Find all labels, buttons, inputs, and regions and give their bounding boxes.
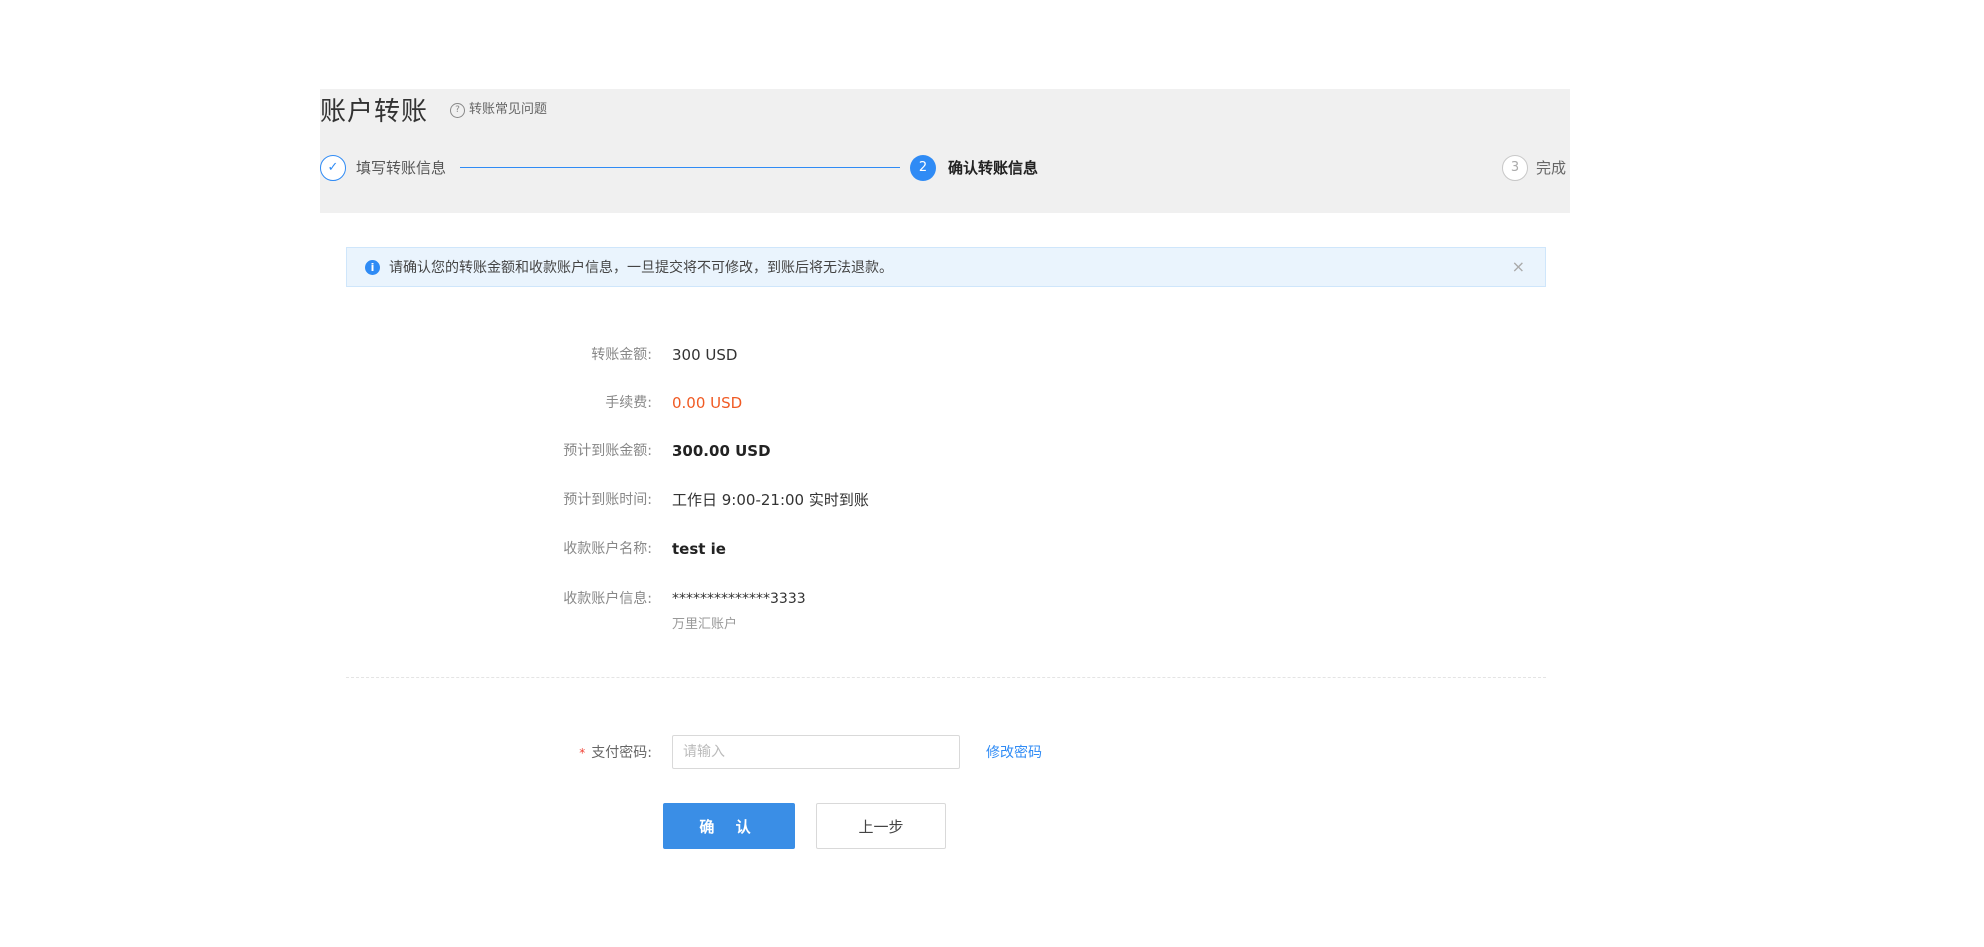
alert-message: 请确认您的转账金额和收款账户信息，一旦提交将不可修改，到账后将无法退款。 [389, 260, 893, 276]
detail-label: 转账金额: [591, 347, 652, 363]
detail-label: 手续费: [605, 395, 652, 411]
close-icon[interactable]: × [1512, 257, 1525, 276]
detail-row-payee-name: 收款账户名称: test ie [470, 538, 726, 560]
payment-password-input[interactable] [672, 735, 960, 769]
detail-row-expected-amount: 预计到账金额: 300.00 USD [470, 440, 771, 462]
check-icon: ✓ [320, 155, 346, 181]
detail-value: 0.00 USD [672, 394, 743, 412]
password-row: * 支付密码: 修改密码 [470, 735, 1042, 769]
step-label: 确认转账信息 [948, 159, 1039, 177]
detail-value: 300 USD [672, 346, 738, 364]
detail-sub-value: 万里汇账户 [672, 617, 738, 632]
step-number-icon: 2 [910, 155, 936, 181]
info-icon: i [365, 259, 380, 275]
step-confirm-info: 2 确认转账信息 [910, 153, 1038, 183]
faq-link[interactable]: ? 转账常见问题 [450, 100, 547, 120]
divider [346, 677, 1546, 678]
password-label: 支付密码: [591, 745, 652, 761]
required-mark: * [579, 746, 586, 760]
detail-value: **************3333 [672, 591, 806, 607]
detail-row-expected-time: 预计到账时间: 工作日 9:00-21:00 实时到账 [470, 489, 869, 511]
step-connector [460, 167, 900, 168]
password-label-wrap: * 支付密码: [470, 742, 652, 762]
step-label: 填写转账信息 [356, 159, 447, 177]
detail-value: test ie [672, 540, 726, 558]
detail-value: 300.00 USD [672, 442, 771, 460]
detail-label: 预计到账金额: [563, 443, 652, 459]
page-title: 账户转账 [320, 97, 429, 127]
confirm-button[interactable]: 确 认 [663, 803, 795, 849]
change-password-link[interactable]: 修改密码 [986, 742, 1042, 762]
info-alert: i 请确认您的转账金额和收款账户信息，一旦提交将不可修改，到账后将无法退款。 × [346, 247, 1546, 287]
faq-link-label: 转账常见问题 [469, 102, 548, 117]
detail-label: 收款账户信息: [563, 591, 652, 607]
detail-row-payee-info: 收款账户信息: **************3333 万里汇账户 [470, 588, 806, 636]
step-fill-info: ✓ 填写转账信息 [320, 153, 446, 183]
detail-value: 工作日 9:00-21:00 实时到账 [672, 491, 869, 509]
step-number-icon: 3 [1502, 155, 1528, 181]
detail-row-fee: 手续费: 0.00 USD [470, 392, 742, 414]
step-complete: 3 完成 [1502, 153, 1566, 183]
detail-label: 收款账户名称: [563, 541, 652, 557]
back-button[interactable]: 上一步 [816, 803, 946, 849]
detail-row-amount: 转账金额: 300 USD [470, 344, 737, 366]
step-label: 完成 [1536, 159, 1567, 177]
detail-label: 预计到账时间: [563, 492, 652, 508]
question-circle-icon: ? [450, 102, 465, 118]
